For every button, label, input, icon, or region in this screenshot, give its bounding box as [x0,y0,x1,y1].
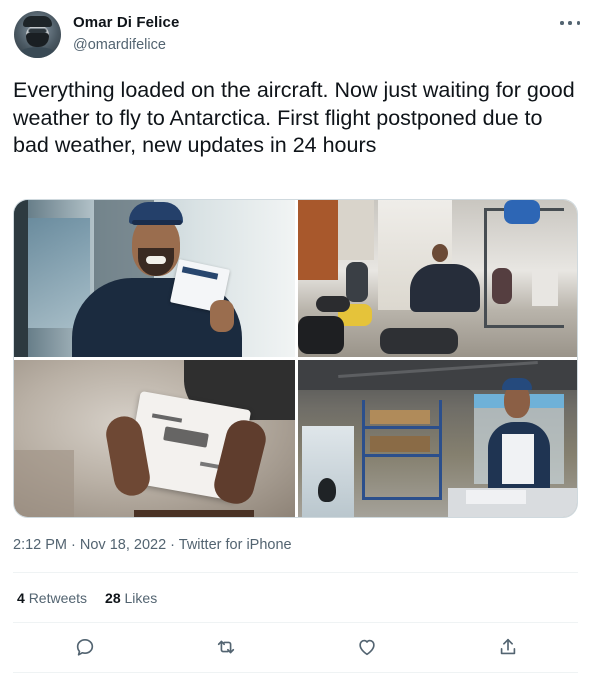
tweet-text: Everything loaded on the aircraft. Now j… [13,78,575,157]
avatar-body-shape [16,47,59,58]
more-options-icon[interactable] [560,18,580,28]
tweet-stats: 4 Retweets 28 Likes [17,590,157,606]
more-dot [576,21,580,25]
retweet-icon[interactable] [213,634,239,660]
retweets-label: Retweets [28,590,88,606]
tweet-timestamp[interactable]: 2:12 PM · Nov 18, 2022 · Twitter for iPh… [13,537,292,553]
media-grid [13,199,578,518]
avatar-cap-shape [23,16,52,27]
tweet-actions [13,628,578,668]
reply-icon[interactable] [72,634,98,660]
tweet-card: Omar Di Felice @omardifelice Everything … [0,0,591,685]
likes-stat[interactable]: 28 Likes [105,590,157,606]
photo-boarding-pass-closeup[interactable] [14,360,295,517]
more-dot [560,21,564,25]
user-handle[interactable]: @omardifelice [73,37,166,53]
like-icon[interactable] [354,634,380,660]
avatar-mask-shape [26,33,49,47]
likes-count: 28 [105,590,121,606]
avatar[interactable] [14,11,61,58]
photo-man-with-boarding-pass[interactable] [14,200,295,357]
likes-label: Likes [124,590,158,606]
divider [13,622,578,623]
divider [13,672,578,673]
more-dot [568,21,572,25]
retweets-stat[interactable]: 4 Retweets [17,590,87,606]
display-name[interactable]: Omar Di Felice [73,14,179,31]
photo-packing-gear[interactable] [298,200,577,357]
divider [13,572,578,573]
retweets-count: 4 [17,590,25,606]
share-icon[interactable] [495,634,521,660]
photo-warehouse[interactable] [298,360,577,517]
